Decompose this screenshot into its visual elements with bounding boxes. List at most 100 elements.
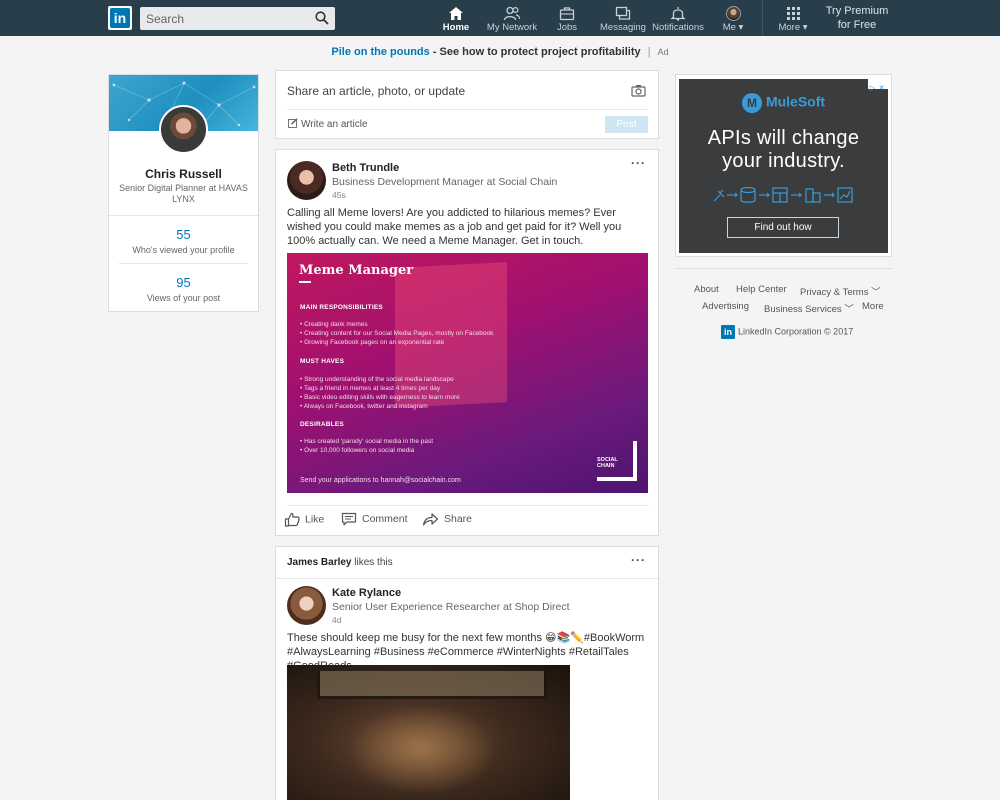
nav-me[interactable]: Me ▾ <box>718 0 748 36</box>
image-section-heading: MAIN RESPONSIBILITIES <box>300 304 383 311</box>
divider <box>109 215 258 216</box>
post-options-icon[interactable]: ··· <box>631 156 646 170</box>
messaging-icon <box>615 6 631 20</box>
share-box: Share an article, photo, or update Write… <box>275 70 659 139</box>
divider <box>287 505 649 506</box>
nav-more[interactable]: More ▾ <box>776 0 810 36</box>
image-list-item: • Growing Facebook pages on an exponenti… <box>300 339 445 346</box>
footer-link-about[interactable]: About <box>694 284 719 295</box>
title-underline <box>299 281 311 283</box>
comment-icon <box>341 512 357 526</box>
post-author[interactable]: Beth Trundle <box>332 162 399 174</box>
linkedin-mini-logo: in <box>721 325 735 339</box>
profile-photo[interactable] <box>159 105 208 154</box>
divider <box>119 263 248 264</box>
ad-headline-text[interactable]: - See how to protect project profitabili… <box>430 46 641 58</box>
search-icon[interactable] <box>315 11 329 25</box>
profile-headline: Senior Digital Planner at HAVAS LYNX <box>119 183 248 204</box>
image-list-item: • Basic video editing skills with eagern… <box>300 394 460 401</box>
search-input[interactable] <box>140 7 310 30</box>
try-premium-link[interactable]: Try Premium for Free <box>820 4 894 32</box>
lamp-glow <box>347 705 497 795</box>
post-options-icon[interactable]: ··· <box>631 553 646 567</box>
picture-frame <box>317 671 547 699</box>
share-input[interactable]: Share an article, photo, or update <box>287 84 465 98</box>
post-image[interactable] <box>287 665 570 800</box>
footer-link-privacy-terms[interactable]: Privacy & Terms ﹀ <box>800 284 881 298</box>
liker-name[interactable]: James Barley <box>287 557 352 568</box>
post-timestamp: 45s <box>332 190 346 200</box>
image-list-item: • Tags a friend in memes at least 4 time… <box>300 385 441 392</box>
image-title: Meme Manager <box>299 263 414 278</box>
ad-choices[interactable]: ▷ ✕ <box>868 79 888 92</box>
post-views-stat[interactable]: 95 Views of your post <box>109 275 258 303</box>
image-list-item: • Has created 'parody' social media in t… <box>300 438 434 445</box>
like-button[interactable]: Like <box>284 512 324 527</box>
footer-link-business-services[interactable]: Business Services ﹀ <box>764 301 854 315</box>
post-timestamp: 4d <box>332 615 342 625</box>
divider <box>287 109 648 110</box>
bell-icon <box>670 7 686 21</box>
nav-messaging[interactable]: Messaging <box>600 0 646 36</box>
author-headline: Business Development Manager at Social C… <box>332 176 558 188</box>
nav-divider <box>762 0 763 36</box>
share-icon <box>422 513 439 526</box>
image-list-item: • Over 10,000 followers on social media <box>300 447 415 454</box>
feed-post: Beth Trundle Business Development Manage… <box>275 149 659 536</box>
author-headline: Senior User Experience Researcher at Sho… <box>332 601 570 613</box>
mulesoft-mark-icon: M <box>741 93 762 113</box>
sponsored-text-ad: Pile on the pounds - See how to protect … <box>0 46 1000 58</box>
ad-label: Ad <box>657 47 669 57</box>
footer-link-help-center[interactable]: Help Center <box>736 284 787 295</box>
post-image[interactable]: Meme Manager MAIN RESPONSIBILITIES • Cre… <box>287 253 648 493</box>
home-icon <box>449 7 463 20</box>
network-icon <box>503 6 521 21</box>
divider <box>276 578 658 579</box>
find-out-how-button[interactable]: Find out how <box>727 217 839 238</box>
feed-post: James Barley likes this ··· Kate Rylance… <box>275 546 659 800</box>
ad-creative: ▷ ✕ M MuleSoft APIs will change your indus… <box>679 79 888 253</box>
comment-button[interactable]: Comment <box>341 512 408 526</box>
nav-jobs[interactable]: Jobs <box>552 0 582 36</box>
post-author[interactable]: Kate Rylance <box>332 587 401 599</box>
grid-icon <box>786 7 800 20</box>
share-button[interactable]: Share <box>422 512 472 526</box>
profile-views-stat[interactable]: 55 Who's viewed your profile <box>109 227 258 255</box>
top-nav: in Home My Network Jobs Messaging Notifi… <box>0 0 1000 36</box>
footer-link-advertising[interactable]: Advertising <box>702 301 749 312</box>
footer-copyright: in LinkedIn Corporation © 2017 <box>721 325 853 339</box>
thumbs-up-icon <box>284 512 300 527</box>
image-list-item: • Strong understanding of the social med… <box>300 376 454 383</box>
image-section-heading: DESIRABLES <box>300 421 344 428</box>
search-box <box>140 7 335 30</box>
divider <box>675 268 892 269</box>
camera-icon[interactable] <box>631 84 646 97</box>
profile-name[interactable]: Chris Russell <box>109 167 258 181</box>
profile-card: Chris Russell Senior Digital Planner at … <box>108 74 259 312</box>
image-list-item: • Creating dank memes <box>300 321 368 328</box>
avatar <box>725 6 741 21</box>
nav-notifications[interactable]: Notifications <box>652 0 704 36</box>
post-text: Calling all Meme lovers! Are you addicte… <box>287 207 622 247</box>
write-article-link[interactable]: Write an article <box>288 118 368 130</box>
image-list-item: • Always on Facebook, twitter and instag… <box>300 403 428 410</box>
image-footer: Send your applications to hannah@socialc… <box>300 477 461 484</box>
author-avatar[interactable] <box>287 161 326 200</box>
ad-separator: | <box>647 46 651 58</box>
footer-link-more[interactable]: More <box>862 301 884 312</box>
briefcase-icon <box>559 7 575 21</box>
brand-name: SOCIAL CHAIN <box>597 457 618 469</box>
ad-headline-link[interactable]: Pile on the pounds <box>331 46 429 58</box>
pencil-icon <box>288 118 298 128</box>
nav-home[interactable]: Home <box>436 0 476 36</box>
ad-headline: APIs will change your industry. <box>707 127 860 172</box>
display-ad[interactable]: ▷ ✕ M MuleSoft APIs will change your indus… <box>675 74 892 257</box>
author-avatar[interactable] <box>287 586 326 625</box>
image-section-heading: MUST HAVES <box>300 358 345 365</box>
integration-icons <box>713 186 853 203</box>
mulesoft-logo: M MuleSoft <box>679 93 888 113</box>
social-activity-header: James Barley likes this <box>287 557 393 568</box>
linkedin-logo[interactable]: in <box>108 6 132 30</box>
post-button[interactable]: Post <box>605 116 648 133</box>
nav-my-network[interactable]: My Network <box>486 0 538 36</box>
